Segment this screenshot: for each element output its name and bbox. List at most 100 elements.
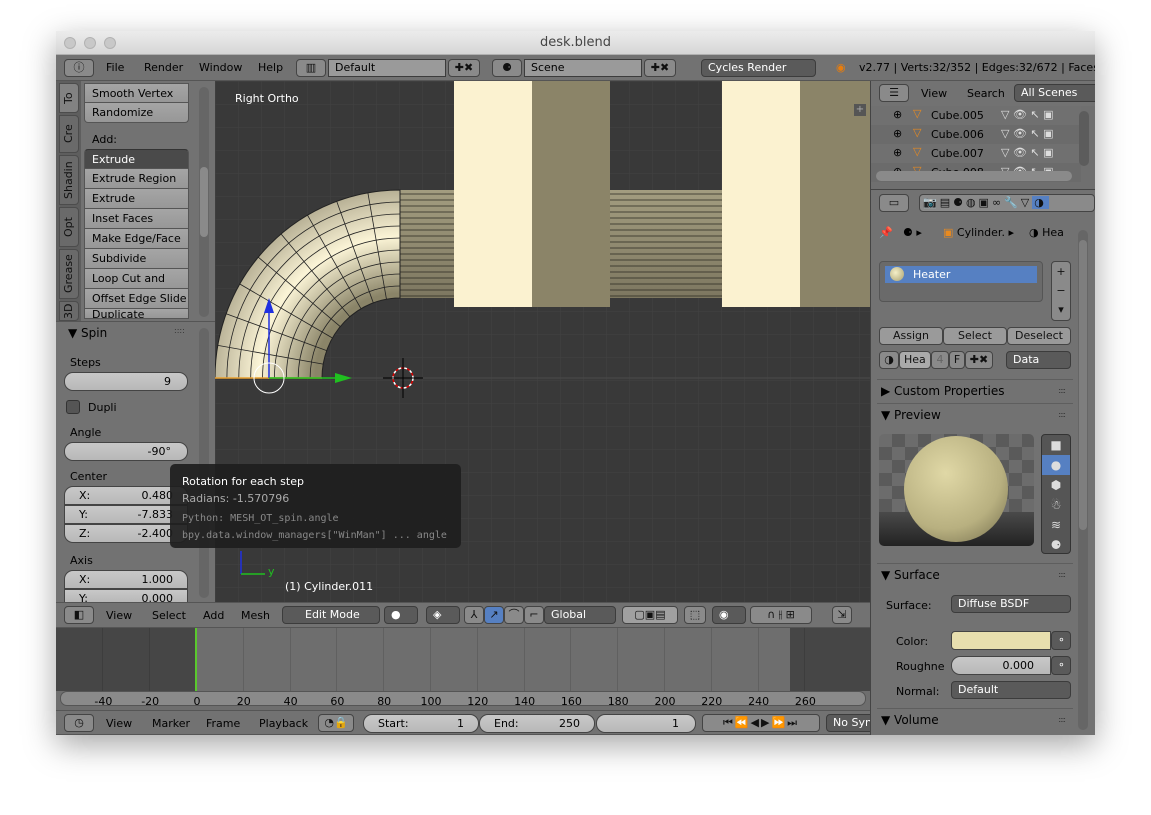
- start-frame-field[interactable]: Start: 1: [363, 714, 479, 733]
- spin-panel-scrollbar[interactable]: [199, 328, 209, 598]
- screen-layout-icon[interactable]: ▥: [296, 59, 326, 77]
- link-dropdown[interactable]: Data: [1006, 351, 1071, 369]
- extrude-individual-button[interactable]: Extrude Individual: [84, 189, 189, 224]
- scale-manipulator-icon[interactable]: ⌐: [524, 606, 544, 624]
- steps-field[interactable]: 9: [64, 372, 188, 391]
- roughness-field[interactable]: 0.000: [951, 656, 1051, 675]
- playback-controls[interactable]: ⏮⏪◀▶⏩⏭: [702, 714, 820, 732]
- randomize-button[interactable]: Randomize: [84, 103, 189, 123]
- deselect-button[interactable]: Deselect: [1007, 327, 1071, 345]
- menu-search[interactable]: Search: [967, 87, 1005, 100]
- menu-view[interactable]: View: [106, 717, 132, 730]
- scene-field[interactable]: Scene: [524, 59, 642, 77]
- menu-help[interactable]: Help: [258, 61, 283, 74]
- fake-user-button[interactable]: F: [949, 351, 965, 369]
- menu-select[interactable]: Select: [152, 609, 186, 622]
- roughness-socket-button[interactable]: ∘: [1051, 656, 1071, 675]
- context-tabs[interactable]: 📷▤⚈◍▣∞🔧▽ ◑: [919, 194, 1095, 212]
- menu-render[interactable]: Render: [144, 61, 183, 74]
- color-swatch[interactable]: [951, 631, 1051, 650]
- manipulator-toggle-icon[interactable]: ⅄: [464, 606, 484, 624]
- new-unlink-material-buttons[interactable]: ✚✖: [965, 351, 993, 369]
- preview-panel-header[interactable]: ▼ Preview::::: [877, 403, 1073, 425]
- tab-create[interactable]: Cre: [59, 115, 79, 153]
- extrude-region-button[interactable]: Extrude Region: [84, 169, 189, 189]
- timeline-ruler-scrollbar[interactable]: -40 -20 0 20 40 60 80 100 120 140 160 180 200 220 240 2…: [60, 691, 866, 708]
- screen-add-remove-buttons[interactable]: ✚✖: [448, 59, 480, 77]
- menu-view[interactable]: View: [106, 609, 132, 622]
- preview-sphere-button[interactable]: ●: [1042, 455, 1070, 475]
- scene-add-remove-buttons[interactable]: ✚✖: [644, 59, 676, 77]
- menu-marker[interactable]: Marker: [152, 717, 190, 730]
- menu-add[interactable]: Add: [203, 609, 224, 622]
- restrict-icons[interactable]: ▽ 👁 ↖ ▣: [1001, 108, 1054, 121]
- render-engine-dropdown[interactable]: Cycles Render: [701, 59, 816, 77]
- menu-frame[interactable]: Frame: [206, 717, 240, 730]
- outliner-v-scrollbar[interactable]: [1079, 111, 1089, 166]
- end-frame-field[interactable]: End: 250: [479, 714, 595, 733]
- smooth-vertex-button[interactable]: Smooth Vertex: [84, 83, 189, 103]
- limit-selection-icon[interactable]: ⬚: [684, 606, 706, 624]
- opengl-render-icon[interactable]: ⇲: [832, 606, 852, 624]
- color-socket-button[interactable]: ∘: [1051, 631, 1071, 650]
- properties-scrollbar[interactable]: [1078, 230, 1088, 730]
- editor-type-properties-icon[interactable]: ▭: [879, 194, 909, 212]
- panel-drag-handle[interactable]: ::::: [174, 326, 185, 335]
- menu-file[interactable]: File: [106, 61, 124, 74]
- rotate-manipulator-icon[interactable]: ⌒: [504, 606, 524, 624]
- offset-edge-slide-button[interactable]: Offset Edge Slide: [84, 289, 189, 309]
- surface-shader-dropdown[interactable]: Diffuse BSDF: [951, 595, 1071, 613]
- expand-icon[interactable]: ⊕: [893, 108, 902, 121]
- duplicate-button[interactable]: Duplicate: [84, 309, 189, 319]
- transform-orientation-dropdown[interactable]: Global: [544, 606, 616, 624]
- menu-window[interactable]: Window: [199, 61, 242, 74]
- toolshelf-scrollbar[interactable]: [199, 87, 209, 317]
- assign-button[interactable]: Assign: [879, 327, 943, 345]
- close-window-button[interactable]: [64, 37, 76, 49]
- info-editor-type-icon[interactable]: ⓘ: [64, 59, 94, 77]
- restrict-icons[interactable]: ▽ 👁 ↖ ▣: [1001, 127, 1054, 140]
- editor-type-3d-view-icon[interactable]: ◧: [64, 606, 94, 624]
- restrict-icons[interactable]: ▽ 👁 ↖ ▣: [1001, 146, 1054, 159]
- make-edge-face-button[interactable]: Make Edge/Face: [84, 229, 189, 249]
- custom-properties-panel-header[interactable]: ▶ Custom Properties::::: [877, 379, 1073, 401]
- display-mode-dropdown[interactable]: All Scenes: [1014, 84, 1095, 102]
- scene-icon[interactable]: ⚈: [492, 59, 522, 77]
- snap-buttons[interactable]: ∩ ⫲ ⊞: [750, 606, 812, 624]
- properties-toggle-icon[interactable]: +: [854, 104, 866, 116]
- volume-panel-header[interactable]: ▼ Volume::::: [877, 708, 1073, 730]
- tab-3d-printing[interactable]: 3D Pri: [59, 301, 79, 321]
- select-button[interactable]: Select: [943, 327, 1007, 345]
- angle-field[interactable]: -90°: [64, 442, 188, 461]
- outliner-h-scrollbar[interactable]: [876, 171, 1072, 181]
- material-tab-icon[interactable]: ◑: [1032, 196, 1049, 209]
- normal-dropdown[interactable]: Default: [951, 681, 1071, 699]
- current-frame-field[interactable]: 1: [596, 714, 696, 733]
- subdivide-button[interactable]: Subdivide: [84, 249, 189, 269]
- zoom-window-button[interactable]: [104, 37, 116, 49]
- material-name-field[interactable]: Hea: [899, 351, 931, 369]
- proportional-edit-dropdown[interactable]: ◉: [712, 606, 746, 624]
- surface-panel-header[interactable]: ▼ Surface::::: [877, 563, 1073, 585]
- menu-view[interactable]: View: [921, 87, 947, 100]
- material-browse-icon[interactable]: ◑: [879, 351, 899, 369]
- editor-type-timeline-icon[interactable]: ◷: [64, 714, 94, 732]
- editor-type-outliner-icon[interactable]: ☰: [879, 84, 909, 102]
- expand-icon[interactable]: ⊕: [893, 127, 902, 140]
- viewport-shading-dropdown[interactable]: ●: [384, 606, 418, 624]
- current-frame-indicator[interactable]: [195, 628, 197, 691]
- material-users-count[interactable]: 4: [931, 351, 949, 369]
- outliner-item[interactable]: ⊕ ▽ Cube.007 ▽ 👁 ↖ ▣: [871, 144, 1081, 163]
- axis-y-field[interactable]: Y: 0.000: [64, 589, 188, 603]
- mode-dropdown[interactable]: Edit Mode: [282, 606, 380, 624]
- axis-x-field[interactable]: X: 1.000: [64, 570, 188, 589]
- preview-type-buttons[interactable]: ■ ● ⬢ ☃ ≋ ⚈: [1041, 434, 1071, 554]
- expand-icon[interactable]: ⊕: [893, 146, 902, 159]
- translate-manipulator-icon[interactable]: ↗: [484, 606, 504, 624]
- auto-keying-lock-icons[interactable]: ◔🔒: [318, 714, 354, 732]
- outliner-item[interactable]: ⊕ ▽ Cube.005 ▽ 👁 ↖ ▣: [871, 106, 1081, 125]
- dupli-checkbox[interactable]: [66, 400, 80, 414]
- pin-icon[interactable]: 📌: [879, 226, 893, 239]
- menu-playback[interactable]: Playback: [259, 717, 308, 730]
- timeline-area[interactable]: -40 -20 0 20 40 60 80 100 120 140 160 180 200 220 240 2…: [56, 628, 870, 711]
